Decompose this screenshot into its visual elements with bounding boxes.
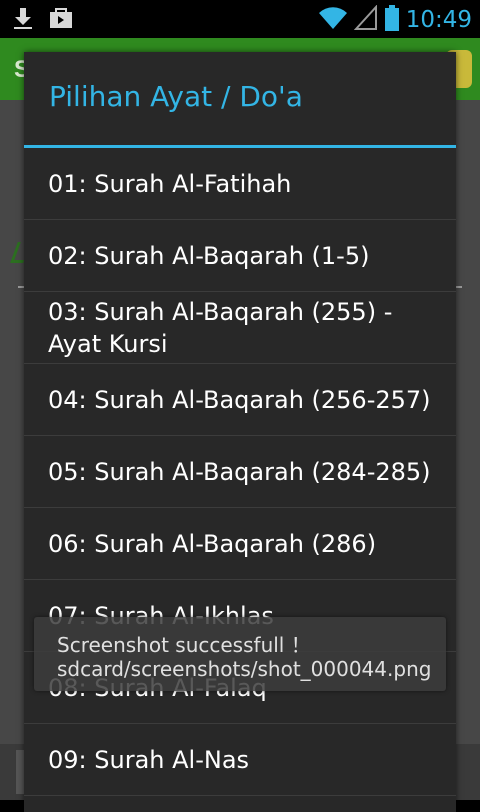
list-item[interactable]: 04: Surah Al-Baqarah (256-257) <box>24 364 456 436</box>
toast-path: sdcard/screenshots/shot_000044.png <box>57 657 432 681</box>
notification-icons <box>12 6 74 34</box>
list-item-label: 03: Surah Al-Baqarah (255) - Ayat Kursi <box>48 297 393 358</box>
list-item-label: 04: Surah Al-Baqarah (256-257) <box>48 385 431 414</box>
list-item-label: 09: Surah Al-Nas <box>48 745 250 774</box>
list-item-label: 01: Surah Al-Fatihah <box>48 169 292 198</box>
wifi-icon <box>318 5 348 35</box>
toast-notification: Screenshot successfull ！ sdcard/screensh… <box>34 617 446 691</box>
battery-icon <box>384 4 400 36</box>
item-list: 01: Surah Al-Fatihah 02: Surah Al-Baqara… <box>24 148 456 796</box>
list-item[interactable]: 01: Surah Al-Fatihah <box>24 148 456 220</box>
list-item[interactable]: 09: Surah Al-Nas <box>24 724 456 796</box>
selection-dialog: Pilihan Ayat / Do'a 01: Surah Al-Fatihah… <box>24 52 456 812</box>
toast-message: Screenshot successfull ！ <box>57 633 311 657</box>
download-icon <box>12 6 34 34</box>
list-item[interactable]: 06: Surah Al-Baqarah (286) <box>24 508 456 580</box>
list-item-label: 06: Surah Al-Baqarah (286) <box>48 529 377 558</box>
list-item-label: 02: Surah Al-Baqarah (1-5) <box>48 241 370 270</box>
shop-bag-icon <box>48 6 74 34</box>
list-item[interactable]: 03: Surah Al-Baqarah (255) - Ayat Kursi <box>24 292 456 364</box>
clock: 10:49 <box>405 7 472 33</box>
signal-icon <box>353 4 378 35</box>
list-item[interactable]: 05: Surah Al-Baqarah (284-285) <box>24 436 456 508</box>
system-icons: 10:49 <box>318 4 472 36</box>
list-item[interactable]: 02: Surah Al-Baqarah (1-5) <box>24 220 456 292</box>
dialog-title: Pilihan Ayat / Do'a <box>49 80 303 113</box>
status-bar: 10:49 <box>0 0 480 38</box>
list-item-label: 05: Surah Al-Baqarah (284-285) <box>48 457 431 486</box>
